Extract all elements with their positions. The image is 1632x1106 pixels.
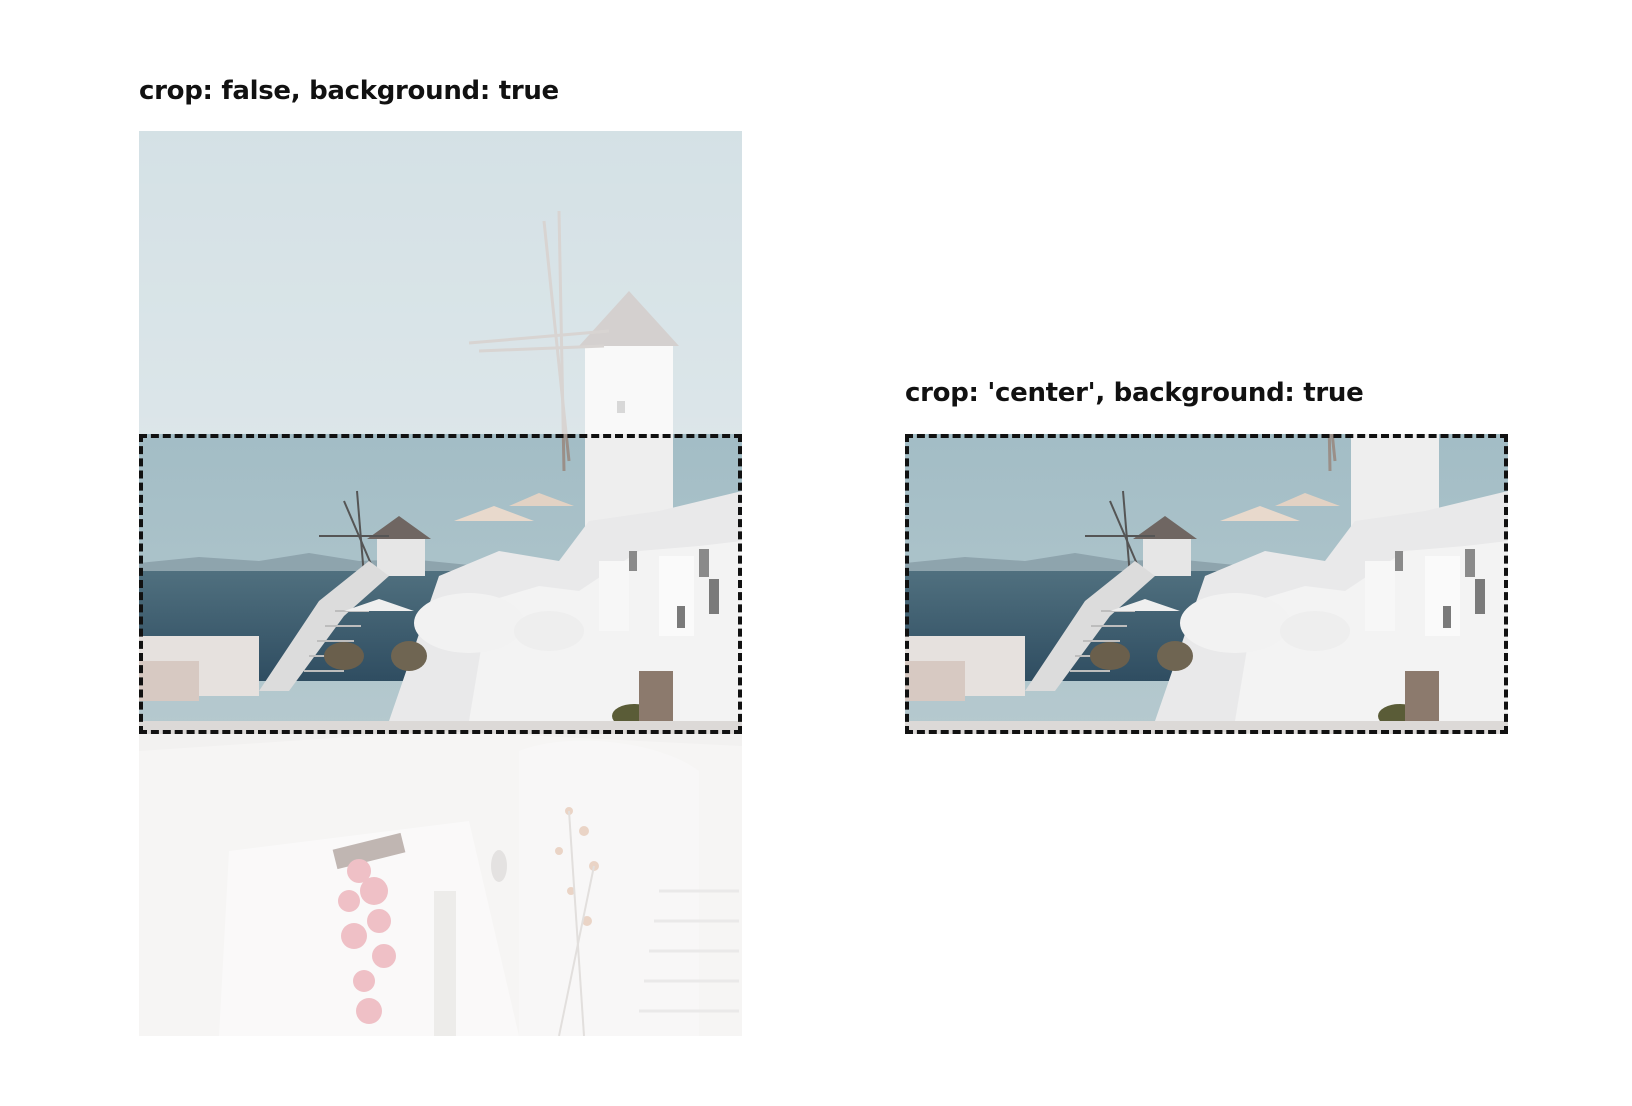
demo-title-crop-center: crop: 'center', background: true bbox=[905, 378, 1364, 408]
crop-frame-dashed bbox=[139, 434, 742, 734]
demo-title-crop-false: crop: false, background: true bbox=[139, 76, 559, 106]
background-overlay-top bbox=[139, 131, 742, 434]
background-overlay-bottom bbox=[139, 734, 742, 1036]
crop-frame-dashed bbox=[905, 434, 1508, 734]
